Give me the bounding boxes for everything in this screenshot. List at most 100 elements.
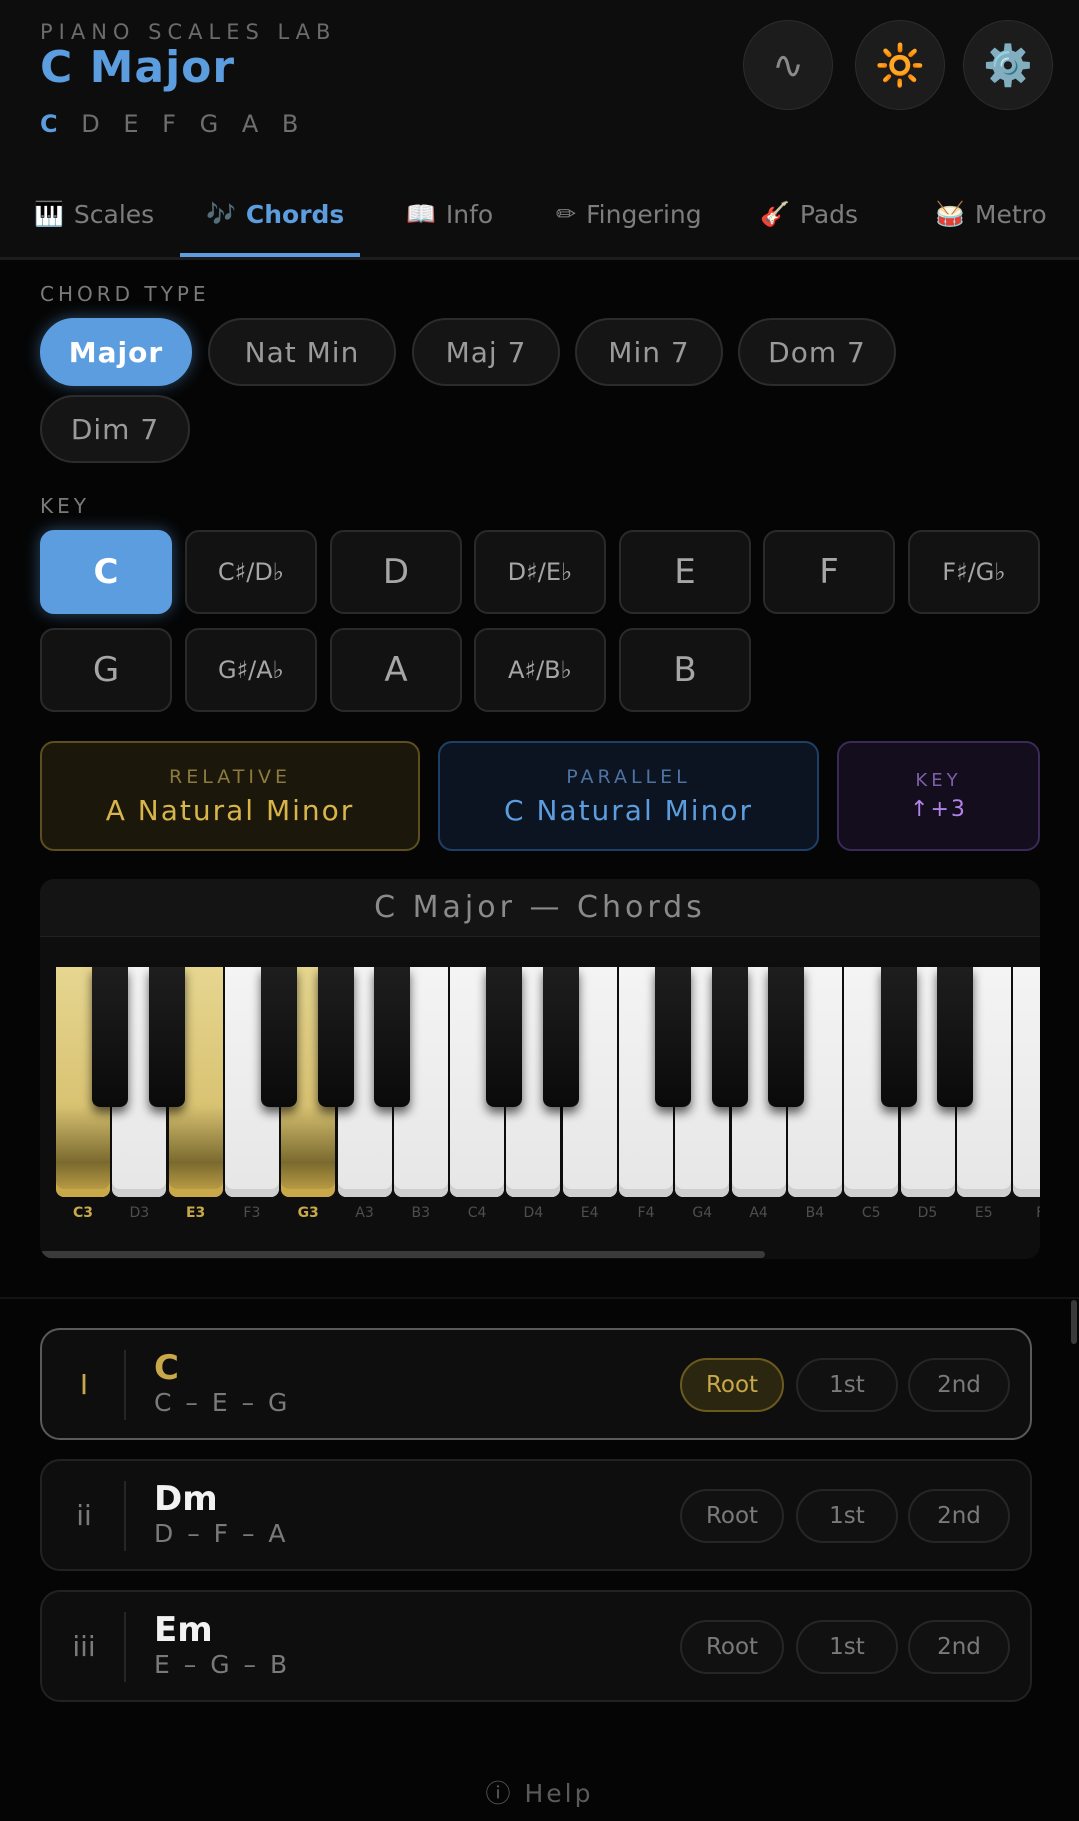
key-label: C3 [72, 1205, 93, 1221]
key-a[interactable]: A [330, 628, 462, 712]
tab-bar: 🎹 Scales 🎶 Chords 📖 Info ✏ Fingering 🎸 Pads 🥁… [0, 168, 1079, 260]
tab-label: Info [445, 199, 494, 229]
key-label: KEY [40, 494, 90, 518]
chord-type-nat-min[interactable]: Nat Min [208, 318, 396, 386]
app-header: PIANO SCALES LAB C Major C D E F G A B ∿… [0, 0, 1079, 168]
chord-name: C [154, 1348, 179, 1388]
inversion-1st-button[interactable]: 1st [796, 1358, 898, 1412]
waveform-button[interactable]: ∿ [743, 20, 833, 110]
key-label: F [1013, 1205, 1040, 1221]
scale-notes: C D E F G A B [40, 110, 306, 138]
parallel-value: C Natural Minor [504, 793, 753, 827]
relative-label: RELATIVE [169, 765, 291, 788]
key-a-sharp[interactable]: A♯/B♭ [474, 628, 606, 712]
divider [124, 1481, 126, 1551]
black-key[interactable] [655, 967, 692, 1107]
key-c[interactable]: C [40, 530, 172, 614]
chord-row-iii[interactable]: iii Em E – G – B Root 1st 2nd [40, 1590, 1032, 1702]
black-key[interactable] [92, 967, 129, 1107]
chord-notes: D – F – A [154, 1519, 289, 1548]
tab-fingering[interactable]: ✏ Fingering [556, 168, 702, 260]
key-b[interactable]: B [619, 628, 751, 712]
black-key[interactable] [542, 967, 579, 1107]
inversion-2nd-button[interactable]: 2nd [908, 1358, 1010, 1412]
parallel-scale-card[interactable]: PARALLEL C Natural Minor [438, 741, 819, 851]
music-notes-icon: 🎶 [206, 200, 236, 228]
inversion-1st-button[interactable]: 1st [796, 1620, 898, 1674]
key-label: D4 [523, 1205, 544, 1221]
waveform-icon: ∿ [772, 43, 804, 87]
theme-button[interactable]: 🔆 [855, 20, 945, 110]
black-key[interactable] [711, 967, 748, 1107]
black-key[interactable] [148, 967, 185, 1107]
key-g[interactable]: G [40, 628, 172, 712]
inversion-1st-button[interactable]: 1st [796, 1489, 898, 1543]
chord-type-maj7[interactable]: Maj 7 [412, 318, 560, 386]
tab-label: Pads [799, 199, 859, 229]
white-key-f[interactable] [1013, 967, 1040, 1197]
book-icon: 📖 [406, 200, 436, 228]
help-link[interactable]: ⓘ Help [0, 1774, 1079, 1810]
key-label: E5 [974, 1205, 993, 1221]
inversion-2nd-button[interactable]: 2nd [908, 1620, 1010, 1674]
tab-scales[interactable]: 🎹 Scales [34, 168, 154, 260]
black-key[interactable] [486, 967, 523, 1107]
app-name: PIANO SCALES LAB [40, 20, 337, 44]
inversion-2nd-button[interactable]: 2nd [908, 1489, 1010, 1543]
key-shift-value: ↑+3 [910, 797, 967, 822]
guitar-icon: 🎸 [760, 200, 790, 228]
chord-type-min7[interactable]: Min 7 [575, 318, 723, 386]
key-label: F3 [243, 1205, 261, 1221]
key-e[interactable]: E [619, 530, 751, 614]
relative-scale-card[interactable]: RELATIVE A Natural Minor [40, 741, 420, 851]
tab-pads[interactable]: 🎸 Pads [760, 168, 858, 260]
tab-label: Chords [245, 199, 345, 229]
key-label: B3 [411, 1205, 431, 1221]
inversion-root-button[interactable]: Root [680, 1620, 784, 1674]
inversion-root-button[interactable]: Root [680, 1489, 784, 1543]
key-label: D3 [129, 1205, 150, 1221]
key-shift-label: KEY [915, 770, 962, 791]
black-key[interactable] [880, 967, 917, 1107]
key-c-sharp[interactable]: C♯/D♭ [185, 530, 317, 614]
key-label: G4 [692, 1205, 713, 1221]
divider [124, 1612, 126, 1682]
keyboard-scrollbar[interactable] [40, 1251, 765, 1258]
key-label: E3 [185, 1205, 206, 1221]
key-label: F4 [637, 1205, 655, 1221]
black-key[interactable] [261, 967, 298, 1107]
chord-row-I[interactable]: I C C – E – G Root 1st 2nd [40, 1328, 1032, 1440]
chord-row-ii[interactable]: ii Dm D – F – A Root 1st 2nd [40, 1459, 1032, 1571]
key-d[interactable]: D [330, 530, 462, 614]
key-shift-card[interactable]: KEY ↑+3 [837, 741, 1040, 851]
tab-label: Metro [974, 199, 1047, 229]
scale-root-note: C [40, 110, 66, 138]
chord-type-label: CHORD TYPE [40, 282, 210, 306]
key-label: C4 [467, 1205, 487, 1221]
key-f[interactable]: F [763, 530, 895, 614]
roman-numeral: I [79, 1367, 89, 1401]
page-scrollbar[interactable] [1071, 1300, 1077, 1344]
settings-button[interactable]: ⚙️ [963, 20, 1053, 110]
sun-icon: 🔆 [875, 42, 925, 89]
chord-type-major[interactable]: Major [40, 318, 192, 386]
black-key[interactable] [767, 967, 804, 1107]
chord-type-dom7[interactable]: Dom 7 [738, 318, 896, 386]
tab-info[interactable]: 📖 Info [406, 168, 493, 260]
black-key[interactable] [936, 967, 973, 1107]
tab-metro[interactable]: 🥁 Metro [935, 168, 1047, 260]
black-key[interactable] [373, 967, 410, 1107]
chord-type-dim7[interactable]: Dim 7 [40, 395, 190, 463]
key-f-sharp[interactable]: F♯/G♭ [908, 530, 1040, 614]
gear-icon: ⚙️ [983, 42, 1033, 89]
keyboard-title: C Major — Chords [40, 879, 1040, 937]
chord-notes: C – E – G [154, 1388, 291, 1417]
key-labels: C3 D3 E3 F3 G3 A3 B3 C4 D4 E4 F4 G4 A4 B4 C5 D5 E5 F [56, 1205, 1040, 1225]
tab-chords[interactable]: 🎶 Chords [206, 168, 344, 260]
key-d-sharp[interactable]: D♯/E♭ [474, 530, 606, 614]
black-key[interactable] [317, 967, 354, 1107]
piano-keyboard[interactable] [56, 967, 1040, 1197]
key-label: D5 [917, 1205, 938, 1221]
inversion-root-button[interactable]: Root [680, 1358, 784, 1412]
key-g-sharp[interactable]: G♯/A♭ [185, 628, 317, 712]
